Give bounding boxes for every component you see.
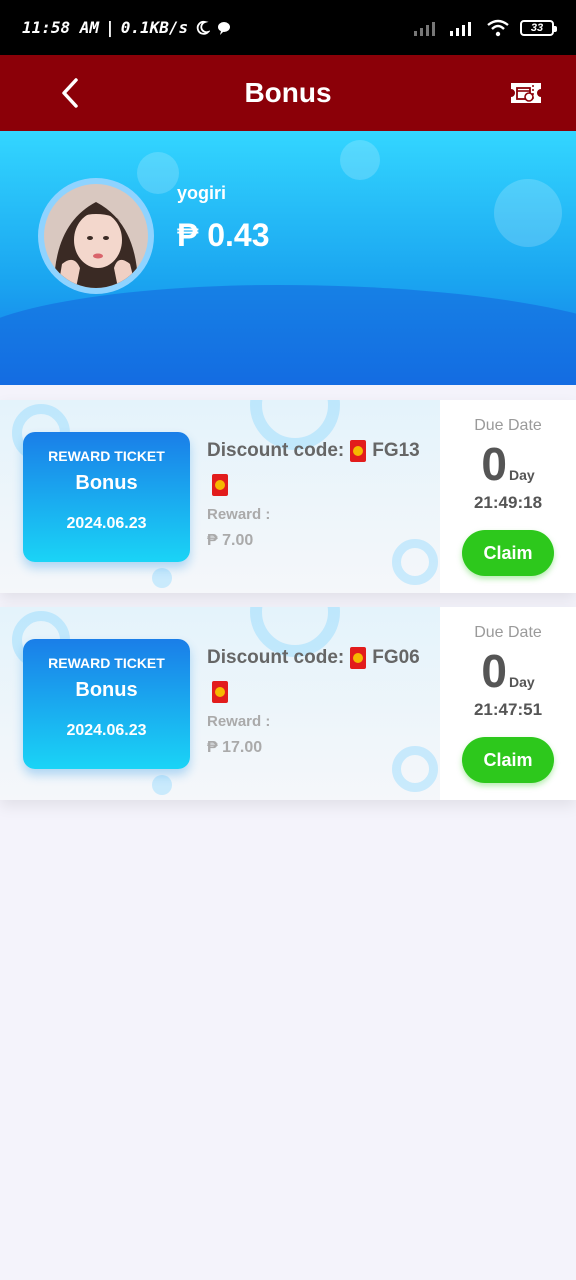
decorative-dot [152, 775, 172, 795]
due-days-number: 0 [481, 645, 507, 697]
ticket-info-panel: REWARD TICKET Bonus 2024.06.23 Discount … [0, 400, 440, 593]
decorative-dot [152, 568, 172, 588]
claim-button[interactable]: Claim [462, 737, 554, 783]
reward-ticket-label: REWARD TICKET [48, 448, 165, 464]
status-left: 11:58 AM | 0.1KB/s [22, 18, 232, 37]
decorative-wave [0, 285, 576, 385]
reward-amount: ₱ 17.00 [207, 739, 263, 756]
due-days-line: 0 Day [440, 439, 576, 489]
decorative-bubble [340, 140, 380, 180]
status-right: 33 [414, 19, 557, 37]
due-date-panel: Due Date 0 Day 21:49:18 Claim [440, 400, 576, 593]
reward-ticket-badge: REWARD TICKET Bonus 2024.06.23 [23, 432, 190, 562]
signal-icon [450, 21, 471, 36]
reward-ticket-date: 2024.06.23 [66, 515, 147, 532]
avatar[interactable] [44, 184, 148, 288]
status-bar: 11:58 AM | 0.1KB/s 33 [0, 0, 576, 55]
profile-banner: yogiri ₱ 0.43 [0, 131, 576, 385]
due-time: 21:49:18 [473, 493, 543, 512]
avatar-frame [38, 178, 154, 294]
chevron-left-icon [62, 78, 78, 108]
decorative-bubble [494, 179, 562, 247]
claim-button[interactable]: Claim [462, 530, 554, 576]
signal-icon [414, 21, 435, 36]
discount-code-value: FG13 [372, 440, 420, 461]
wifi-icon [487, 19, 509, 36]
reward-ticket-badge: REWARD TICKET Bonus 2024.06.23 [23, 639, 190, 769]
ticket-history-button[interactable] [506, 75, 546, 111]
username: yogiri [177, 183, 227, 203]
ticket-info-panel: REWARD TICKET Bonus 2024.06.23 Discount … [0, 607, 440, 800]
app-header: Bonus [0, 55, 576, 131]
battery-indicator: 33 [520, 19, 557, 36]
red-envelope-icon [212, 474, 228, 496]
decorative-ring [392, 746, 438, 792]
red-envelope-icon [350, 647, 367, 669]
discount-code-label: Discount code: [207, 440, 345, 461]
discount-code-line: Discount code: FG06 [207, 647, 420, 669]
balance-amount: ₱ 0.43 [177, 217, 270, 253]
status-separator: | [105, 18, 115, 37]
reward-label: Reward : [207, 506, 271, 523]
reward-ticket-label: REWARD TICKET [48, 655, 165, 671]
due-date-panel: Due Date 0 Day 21:47:51 Claim [440, 607, 576, 800]
status-time: 11:58 AM [22, 18, 100, 37]
discount-code-line: Discount code: FG13 [207, 440, 420, 462]
decorative-ring [392, 539, 438, 585]
reward-ticket-card: REWARD TICKET Bonus 2024.06.23 Discount … [0, 400, 576, 593]
due-days-unit: Day [508, 674, 535, 690]
reward-ticket-card: REWARD TICKET Bonus 2024.06.23 Discount … [0, 607, 576, 800]
due-days-unit: Day [508, 467, 535, 483]
reward-ticket-name: Bonus [75, 679, 138, 701]
moon-icon [196, 20, 211, 35]
due-days-line: 0 Day [440, 646, 576, 696]
ticket-icon [511, 83, 541, 103]
back-button[interactable] [50, 73, 90, 113]
reward-ticket-date: 2024.06.23 [66, 722, 147, 739]
due-date-label: Due Date [474, 417, 542, 434]
reward-amount: ₱ 7.00 [207, 532, 254, 549]
due-time: 21:47:51 [473, 700, 543, 719]
reward-label: Reward : [207, 713, 271, 730]
discount-code-label: Discount code: [207, 647, 345, 668]
discount-code-value: FG06 [372, 647, 420, 668]
decorative-bubble [137, 152, 179, 194]
due-days-number: 0 [481, 438, 507, 490]
chat-bubble-icon [218, 21, 231, 35]
red-envelope-icon [350, 440, 367, 462]
page-title: Bonus [244, 77, 332, 108]
red-envelope-icon [212, 681, 228, 703]
due-date-label: Due Date [474, 624, 542, 641]
status-network-speed: 0.1KB/s [120, 18, 189, 37]
avatar-image [44, 184, 148, 288]
reward-ticket-name: Bonus [75, 472, 138, 494]
